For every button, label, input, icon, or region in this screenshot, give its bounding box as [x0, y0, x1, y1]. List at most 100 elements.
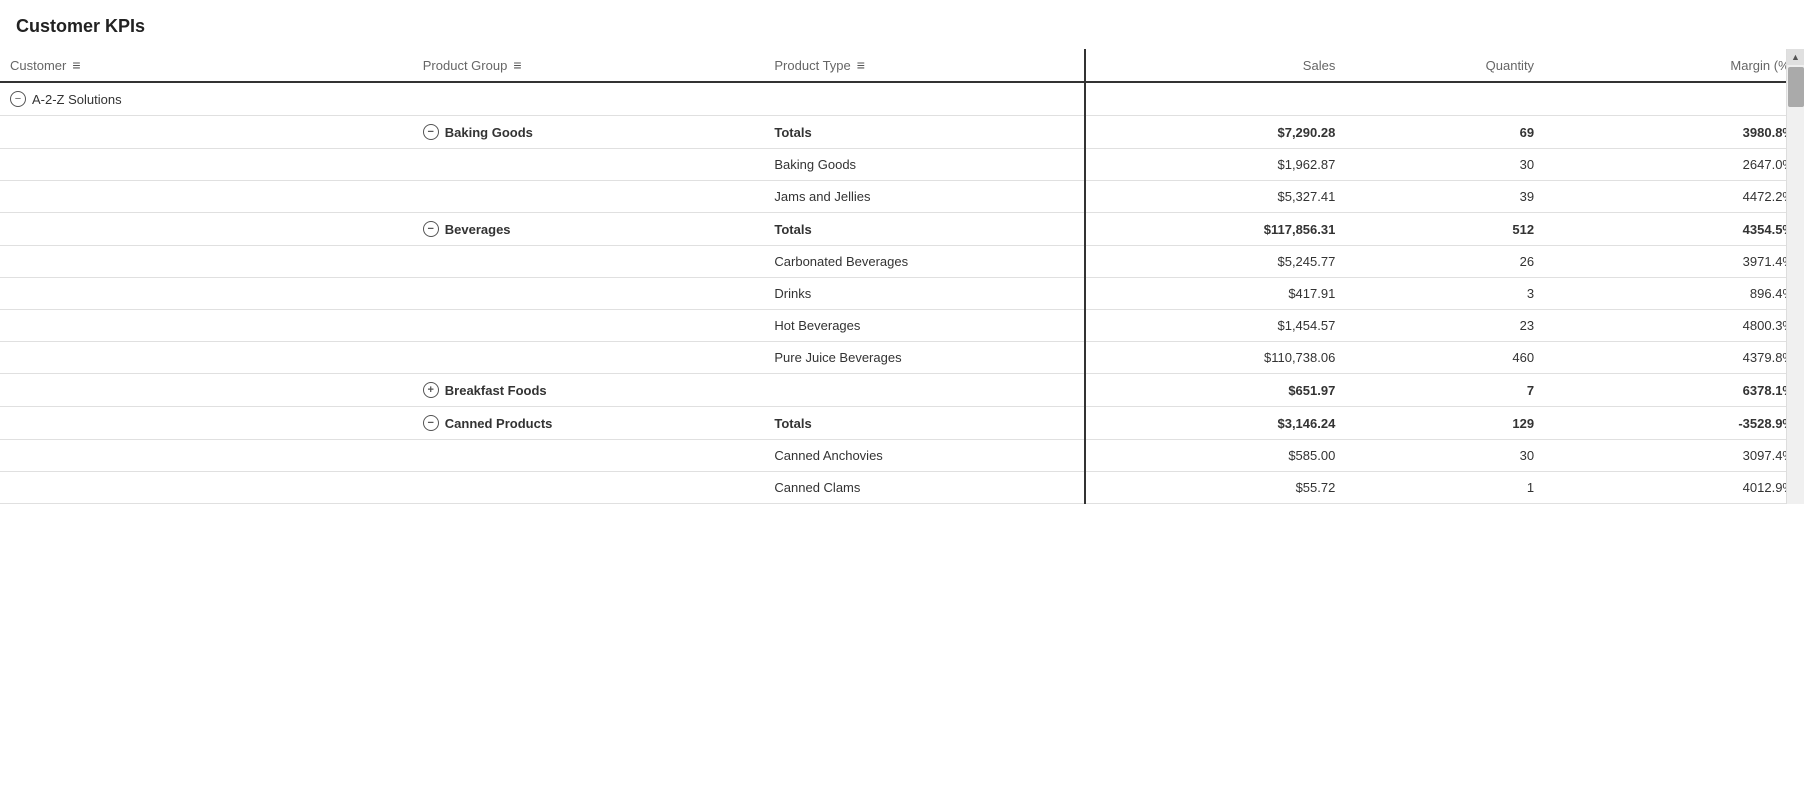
product-group-cell: −Canned Products	[413, 407, 765, 440]
margin-cell: 2647.0%	[1544, 149, 1804, 181]
quantity-cell: 129	[1345, 407, 1544, 440]
product-type-cell: Totals	[764, 116, 1085, 149]
product-group-cell	[413, 278, 765, 310]
product-group-cell: −Beverages	[413, 213, 765, 246]
table-row: −A-2-Z Solutions	[0, 82, 1804, 116]
quantity-cell	[1345, 82, 1544, 116]
sales-cell: $117,856.31	[1085, 213, 1345, 246]
margin-cell: 3971.4%	[1544, 246, 1804, 278]
product-group-cell	[413, 246, 765, 278]
customer-filter-icon[interactable]: ≡	[72, 57, 80, 73]
product-type-cell: Jams and Jellies	[764, 181, 1085, 213]
quantity-cell: 30	[1345, 440, 1544, 472]
sales-cell: $5,245.77	[1085, 246, 1345, 278]
quantity-cell: 460	[1345, 342, 1544, 374]
quantity-cell: 7	[1345, 374, 1544, 407]
table-row: +Breakfast Foods$651.9776378.1%	[0, 374, 1804, 407]
product-type-cell: Totals	[764, 407, 1085, 440]
col-header-margin: Margin (%)	[1544, 49, 1804, 82]
col-header-customer: Customer ≡	[0, 49, 413, 82]
quantity-cell: 69	[1345, 116, 1544, 149]
col-header-quantity: Quantity	[1345, 49, 1544, 82]
margin-cell: 896.4%	[1544, 278, 1804, 310]
margin-cell: 3097.4%	[1544, 440, 1804, 472]
table-row: Hot Beverages$1,454.57234800.3%	[0, 310, 1804, 342]
customer-cell	[0, 246, 413, 278]
customer-cell	[0, 278, 413, 310]
col-header-product-group: Product Group ≡	[413, 49, 765, 82]
scrollbar-thumb[interactable]	[1788, 67, 1804, 107]
customer-expand-icon[interactable]: −	[10, 91, 26, 107]
customer-cell	[0, 440, 413, 472]
sales-cell: $7,290.28	[1085, 116, 1345, 149]
table-container: Customer ≡ Product Group ≡ Product Type …	[0, 49, 1804, 504]
product-group-cell: + Breakfast Foods	[413, 374, 765, 407]
customer-cell	[0, 342, 413, 374]
quantity-cell: 39	[1345, 181, 1544, 213]
customer-name: A-2-Z Solutions	[32, 92, 122, 107]
customer-cell	[0, 310, 413, 342]
product-type-cell	[764, 374, 1085, 407]
table-row: Pure Juice Beverages$110,738.064604379.8…	[0, 342, 1804, 374]
product-group-cell	[413, 472, 765, 504]
sales-cell: $5,327.41	[1085, 181, 1345, 213]
product-type-cell: Canned Anchovies	[764, 440, 1085, 472]
margin-cell	[1544, 82, 1804, 116]
product-group-name: Canned Products	[445, 416, 553, 431]
table-row: −Baking GoodsTotals$7,290.28693980.8%	[0, 116, 1804, 149]
product-group-cell	[413, 82, 765, 116]
product-group-filter-icon[interactable]: ≡	[513, 57, 521, 73]
table-row: Canned Anchovies$585.00303097.4%	[0, 440, 1804, 472]
sales-cell: $55.72	[1085, 472, 1345, 504]
quantity-cell: 1	[1345, 472, 1544, 504]
sales-cell: $1,962.87	[1085, 149, 1345, 181]
scrollbar[interactable]: ▲	[1786, 49, 1804, 504]
table-row: −BeveragesTotals$117,856.315124354.5%	[0, 213, 1804, 246]
sales-cell: $110,738.06	[1085, 342, 1345, 374]
page-title: Customer KPIs	[0, 0, 1804, 49]
product-group-name: Breakfast Foods	[445, 383, 547, 398]
scrollbar-up[interactable]: ▲	[1787, 49, 1804, 65]
kpi-table: Customer ≡ Product Group ≡ Product Type …	[0, 49, 1804, 504]
margin-cell: -3528.9%	[1544, 407, 1804, 440]
group-expand-icon[interactable]: −	[423, 221, 439, 237]
product-type-cell	[764, 82, 1085, 116]
group-expand-icon[interactable]: −	[423, 124, 439, 140]
quantity-cell: 30	[1345, 149, 1544, 181]
table-header: Customer ≡ Product Group ≡ Product Type …	[0, 49, 1804, 82]
margin-cell: 4354.5%	[1544, 213, 1804, 246]
product-group-cell	[413, 181, 765, 213]
table-row: Baking Goods$1,962.87302647.0%	[0, 149, 1804, 181]
group-expand-icon[interactable]: −	[423, 415, 439, 431]
table-body: −A-2-Z Solutions−Baking GoodsTotals$7,29…	[0, 82, 1804, 504]
product-type-cell: Carbonated Beverages	[764, 246, 1085, 278]
customer-cell: −A-2-Z Solutions	[0, 82, 413, 116]
customer-cell	[0, 149, 413, 181]
product-group-cell	[413, 342, 765, 374]
product-group-name: Beverages	[445, 222, 511, 237]
margin-cell: 4472.2%	[1544, 181, 1804, 213]
sales-cell: $3,146.24	[1085, 407, 1345, 440]
quantity-cell: 512	[1345, 213, 1544, 246]
customer-cell	[0, 407, 413, 440]
margin-cell: 4379.8%	[1544, 342, 1804, 374]
margin-cell: 6378.1%	[1544, 374, 1804, 407]
customer-cell	[0, 213, 413, 246]
table-row: Drinks$417.913896.4%	[0, 278, 1804, 310]
product-type-filter-icon[interactable]: ≡	[857, 57, 865, 73]
col-header-product-type: Product Type ≡	[764, 49, 1085, 82]
table-row: Carbonated Beverages$5,245.77263971.4%	[0, 246, 1804, 278]
sales-cell	[1085, 82, 1345, 116]
quantity-cell: 23	[1345, 310, 1544, 342]
product-type-cell: Totals	[764, 213, 1085, 246]
table-row: Jams and Jellies$5,327.41394472.2%	[0, 181, 1804, 213]
product-type-cell: Baking Goods	[764, 149, 1085, 181]
margin-cell: 4012.9%	[1544, 472, 1804, 504]
group-expand-icon[interactable]: +	[423, 382, 439, 398]
product-type-cell: Drinks	[764, 278, 1085, 310]
table-row: Canned Clams$55.7214012.9%	[0, 472, 1804, 504]
customer-cell	[0, 116, 413, 149]
product-group-label: Product Group	[423, 58, 508, 73]
sales-cell: $585.00	[1085, 440, 1345, 472]
margin-label: Margin (%)	[1730, 58, 1794, 73]
